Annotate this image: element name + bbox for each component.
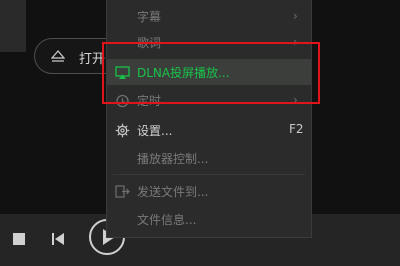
menu-item-subtitle[interactable]: 字幕 › <box>107 3 311 29</box>
menu-item-dlna-cast[interactable]: DLNA投屏播放... <box>107 59 311 85</box>
menu-item-label: 设置... <box>137 124 173 138</box>
menu-item-label: 发送文件到... <box>137 185 209 199</box>
shortcut-label: F2 <box>289 122 304 136</box>
menu-item-label: 歌词 <box>137 36 162 50</box>
menu-item-label: 字幕 <box>137 10 162 24</box>
chevron-right-icon: › <box>293 93 298 107</box>
menu-item-lyrics[interactable]: 歌词 › <box>107 29 311 55</box>
gear-icon <box>115 123 130 138</box>
open-file-label: 打开 <box>79 52 106 67</box>
previous-icon[interactable] <box>50 231 66 247</box>
menu-item-send-file[interactable]: 发送文件到... <box>107 178 311 204</box>
send-file-icon <box>115 185 130 198</box>
menu-item-settings[interactable]: 设置... F2 <box>107 117 311 143</box>
stop-icon[interactable] <box>12 232 26 246</box>
menu-item-label: DLNA投屏播放... <box>137 66 230 80</box>
chevron-right-icon: › <box>293 35 298 49</box>
eject-icon <box>51 50 65 62</box>
timer-icon <box>116 94 129 108</box>
menu-item-file-info[interactable]: 文件信息... <box>107 206 311 232</box>
chevron-right-icon: › <box>293 9 298 23</box>
cast-screen-icon <box>115 66 130 79</box>
menu-item-player-control[interactable]: 播放器控制... <box>107 145 311 171</box>
menu-item-label: 定时 <box>137 94 162 108</box>
side-panel <box>0 0 26 52</box>
player-window: 打开 字幕 › 歌词 › DLNA投屏播放... 定时 › 设置... F2 播… <box>0 0 400 266</box>
menu-item-label: 文件信息... <box>137 213 197 227</box>
menu-separator <box>113 174 305 175</box>
menu-item-timer[interactable]: 定时 › <box>107 87 311 113</box>
menu-item-label: 播放器控制... <box>137 152 209 166</box>
context-menu: 字幕 › 歌词 › DLNA投屏播放... 定时 › 设置... F2 播放器控… <box>106 0 312 238</box>
